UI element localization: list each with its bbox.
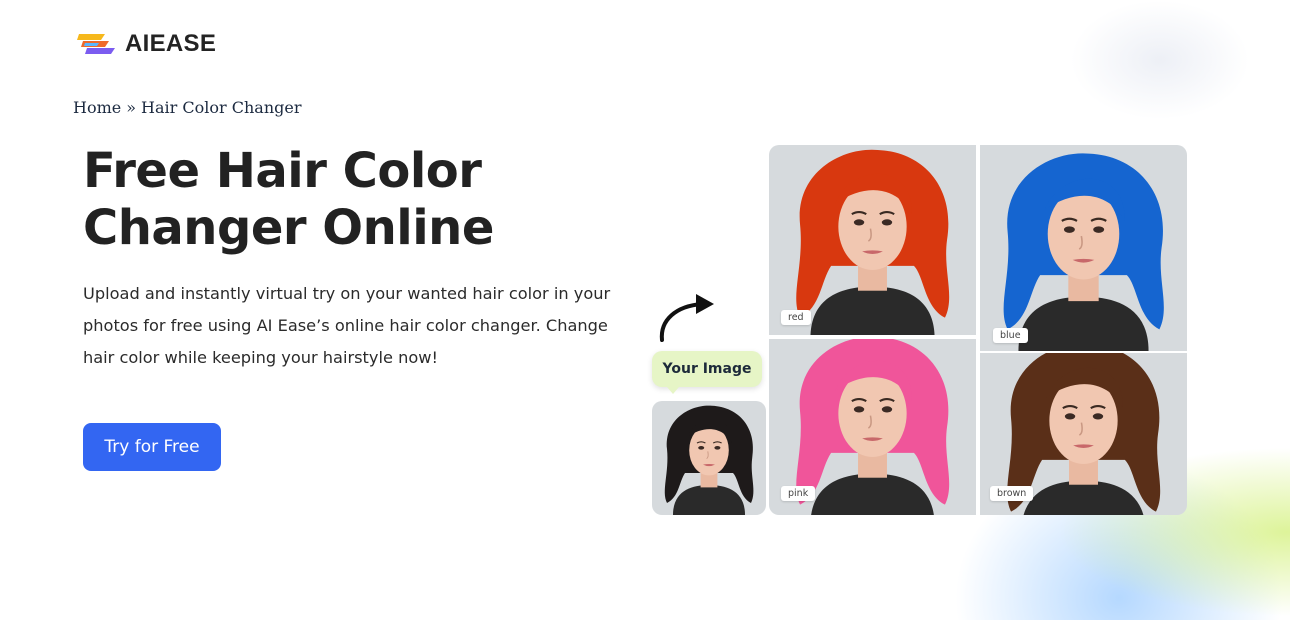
logo-icon bbox=[77, 34, 115, 54]
sample-label-brown: brown bbox=[990, 486, 1034, 501]
sample-label-pink: pink bbox=[781, 486, 816, 501]
your-image-badge: Your Image bbox=[652, 351, 762, 394]
background-glow-top bbox=[1070, 0, 1250, 120]
original-photo bbox=[652, 401, 766, 515]
page-title-line-2: Changer Online bbox=[83, 200, 494, 256]
breadcrumb-current: Hair Color Changer bbox=[141, 98, 302, 117]
curved-arrow-icon bbox=[659, 294, 714, 342]
sample-photo-red bbox=[769, 145, 976, 335]
sample-photo-blue bbox=[980, 145, 1187, 351]
try-for-free-button[interactable]: Try for Free bbox=[83, 423, 221, 471]
page-title-line-1: Free Hair Color bbox=[83, 143, 482, 199]
brand-name: AIEASE bbox=[125, 30, 217, 57]
sample-label-red: red bbox=[781, 310, 811, 325]
hero-description-line-1: Upload and instantly virtual try on your… bbox=[83, 284, 611, 303]
hero-description-line-2: photos for free using AI Ease’s online h… bbox=[83, 316, 608, 335]
sample-label-blue: blue bbox=[993, 328, 1028, 343]
hero-description-line-3: hair color while keeping your hairstyle … bbox=[83, 348, 438, 367]
brand-logo[interactable]: AIEASE bbox=[77, 28, 216, 60]
breadcrumb-separator: » bbox=[126, 98, 137, 117]
hero-description: Upload and instantly virtual try on your… bbox=[83, 278, 623, 374]
breadcrumb-home-link[interactable]: Home bbox=[73, 98, 121, 117]
page-title: Free Hair Color Changer Online bbox=[83, 143, 494, 257]
breadcrumb: Home » Hair Color Changer bbox=[73, 98, 301, 117]
